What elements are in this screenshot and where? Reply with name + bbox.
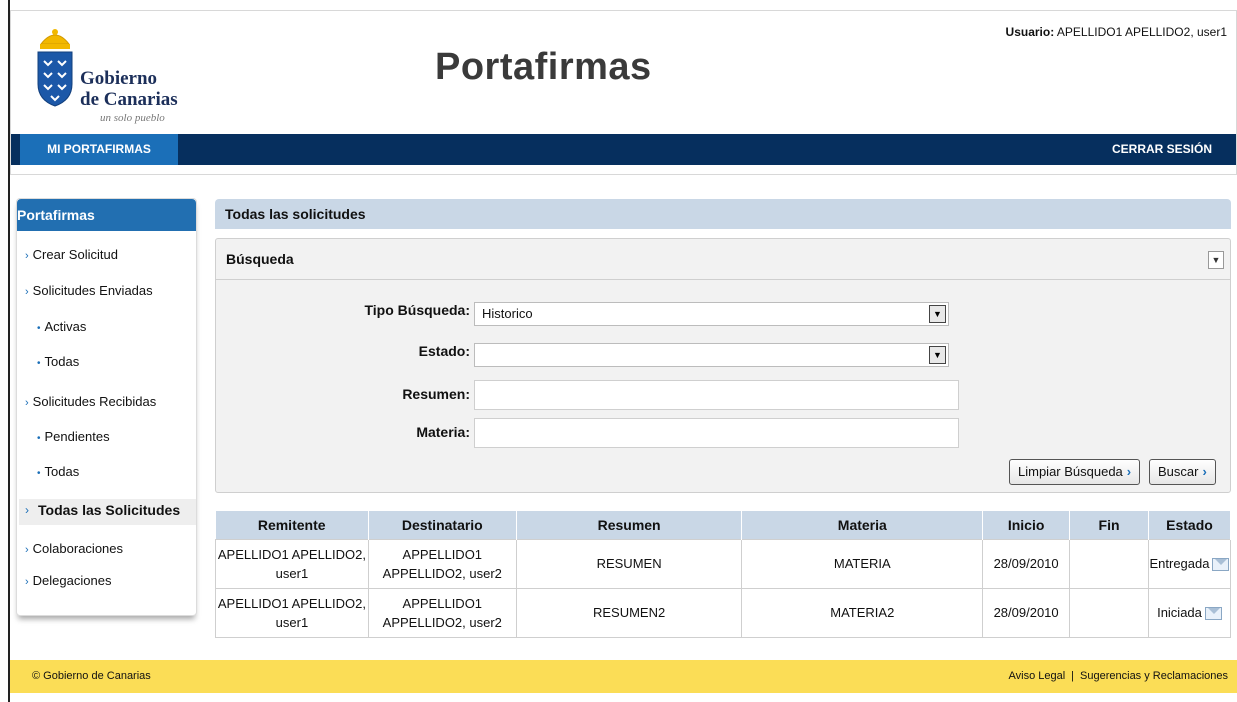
column-header-fin[interactable]: Fin bbox=[1069, 511, 1149, 539]
envelope-edit-icon[interactable] bbox=[1204, 607, 1222, 621]
materia-label: Materia: bbox=[416, 424, 470, 440]
chevron-right-icon: › bbox=[25, 286, 29, 298]
envelope-sent-icon[interactable] bbox=[1212, 558, 1230, 572]
search-panel: Búsqueda ▼ Tipo Búsqueda: Historico ▼ Es… bbox=[215, 238, 1231, 493]
cell-fin bbox=[1069, 538, 1149, 589]
buscar-button[interactable]: Buscar › bbox=[1149, 459, 1216, 485]
user-label: Usuario: bbox=[1005, 25, 1055, 39]
logout-link[interactable]: CERRAR SESIÓN bbox=[1112, 134, 1212, 165]
cell-fin bbox=[1069, 587, 1149, 638]
cell-resumen: RESUMEN bbox=[515, 538, 743, 589]
footer-copyright: © Gobierno de Canarias bbox=[32, 670, 151, 682]
bullet-icon: • bbox=[37, 468, 41, 479]
chevron-right-icon: › bbox=[1126, 464, 1132, 479]
app-title: Portafirmas bbox=[435, 46, 652, 88]
sidebar-item-crear-solicitud[interactable]: › Crear Solicitud bbox=[25, 247, 118, 262]
tipo-busqueda-value: Historico bbox=[482, 306, 533, 321]
logo-line-1: Gobierno bbox=[80, 68, 158, 89]
chevron-right-icon: › bbox=[1202, 464, 1207, 479]
cell-resumen: RESUMEN2 bbox=[515, 587, 743, 638]
column-header-estado[interactable]: Estado bbox=[1148, 511, 1232, 539]
sidebar-title: Portafirmas bbox=[17, 199, 196, 231]
sidebar-item-recibidas-pendientes[interactable]: • Pendientes bbox=[37, 429, 110, 444]
chevron-right-icon: › bbox=[25, 250, 29, 262]
sidebar-item-recibidas-todas[interactable]: • Todas bbox=[37, 464, 79, 479]
sugerencias-link[interactable]: Sugerencias y Reclamaciones bbox=[1080, 670, 1228, 682]
resumen-input[interactable] bbox=[474, 380, 959, 410]
sidebar-item-colaboraciones[interactable]: › Colaboraciones bbox=[25, 541, 123, 556]
column-header-remitente[interactable]: Remitente bbox=[215, 511, 369, 539]
user-info: Usuario: APELLIDO1 APELLIDO2, user1 bbox=[1006, 25, 1227, 39]
dropdown-arrow-icon[interactable]: ▼ bbox=[929, 346, 946, 364]
chevron-right-icon: › bbox=[25, 544, 29, 556]
cell-remitente: APELLIDO1 APELLIDO2, user1 bbox=[215, 538, 369, 589]
footer: © Gobierno de Canarias Aviso Legal | Suger… bbox=[10, 660, 1237, 693]
column-header-resumen[interactable]: Resumen bbox=[516, 511, 743, 539]
chevron-right-icon: › bbox=[25, 576, 29, 588]
collapse-panel-button[interactable]: ▼ bbox=[1208, 251, 1224, 269]
materia-input[interactable] bbox=[474, 418, 959, 448]
cell-materia: MATERIA2 bbox=[741, 587, 984, 638]
coat-of-arms-icon bbox=[37, 29, 73, 107]
cell-materia: MATERIA bbox=[741, 538, 984, 589]
resumen-label: Resumen: bbox=[402, 386, 470, 402]
tipo-busqueda-label: Tipo Búsqueda: bbox=[364, 302, 470, 318]
tipo-busqueda-select[interactable]: Historico ▼ bbox=[474, 302, 949, 326]
table-row[interactable]: APELLIDO1 APELLIDO2, user1 APPELLIDO1 APPE… bbox=[215, 587, 1232, 638]
sidebar-item-delegaciones[interactable]: › Delegaciones bbox=[25, 573, 111, 588]
cell-inicio: 28/09/2010 bbox=[982, 587, 1071, 638]
estado-select[interactable]: ▼ bbox=[474, 343, 949, 367]
cell-inicio: 28/09/2010 bbox=[982, 538, 1071, 589]
table-header-row: Remitente Destinatario Resumen Materia I… bbox=[215, 511, 1232, 539]
footer-links: Aviso Legal | Sugerencias y Reclamaciones bbox=[1009, 670, 1229, 682]
bullet-icon: • bbox=[37, 323, 41, 334]
chevron-right-icon: › bbox=[25, 397, 29, 409]
results-table: Remitente Destinatario Resumen Materia I… bbox=[215, 511, 1232, 638]
column-header-materia[interactable]: Materia bbox=[741, 511, 984, 539]
bullet-icon: • bbox=[37, 433, 41, 444]
bullet-icon: • bbox=[37, 358, 41, 369]
header: Gobierno de Canarias un solo pueblo Port… bbox=[10, 10, 1237, 175]
page-title: Todas las solicitudes bbox=[215, 199, 1231, 229]
user-value: APELLIDO1 APELLIDO2, user1 bbox=[1054, 25, 1227, 39]
footer-separator: | bbox=[1071, 670, 1075, 682]
dropdown-arrow-icon[interactable]: ▼ bbox=[929, 305, 946, 323]
tab-mi-portafirmas[interactable]: MI PORTAFIRMAS bbox=[20, 134, 178, 165]
top-navbar: MI PORTAFIRMAS CERRAR SESIÓN bbox=[11, 134, 1236, 165]
column-header-inicio[interactable]: Inicio bbox=[982, 511, 1071, 539]
cell-remitente: APELLIDO1 APELLIDO2, user1 bbox=[215, 587, 369, 638]
sidebar-item-todas-label: Todas las Solicitudes bbox=[38, 502, 181, 518]
sidebar: Portafirmas › Crear Solicitud › Solicitude… bbox=[16, 198, 197, 616]
limpiar-busqueda-button[interactable]: Limpiar Búsqueda › bbox=[1009, 459, 1141, 485]
search-panel-title: Búsqueda bbox=[216, 239, 1230, 280]
table-row[interactable]: APELLIDO1 APELLIDO2, user1 APPELLIDO1 APPE… bbox=[215, 538, 1232, 589]
column-header-destinatario[interactable]: Destinatario bbox=[368, 511, 517, 539]
sidebar-item-enviadas-todas[interactable]: • Todas bbox=[37, 354, 79, 369]
cell-estado: Iniciada bbox=[1147, 587, 1232, 638]
sidebar-item-enviadas-activas[interactable]: • Activas bbox=[37, 319, 86, 334]
aviso-legal-link[interactable]: Aviso Legal bbox=[1009, 670, 1066, 682]
cell-destinatario: APPELLIDO1 APPELLIDO2, user2 bbox=[367, 538, 517, 589]
chevron-right-icon: › bbox=[25, 503, 29, 517]
sidebar-item-solicitudes-recibidas[interactable]: › Solicitudes Recibidas bbox=[25, 394, 156, 409]
logo-tagline: un solo pueblo bbox=[100, 112, 165, 124]
cell-estado: Entregada bbox=[1147, 538, 1232, 589]
sidebar-item-solicitudes-enviadas[interactable]: › Solicitudes Enviadas bbox=[25, 283, 153, 298]
gobierno-canarias-logo[interactable]: Gobierno de Canarias un solo pueblo bbox=[35, 26, 195, 136]
logo-line-2: de Canarias bbox=[80, 89, 178, 110]
estado-label: Estado: bbox=[418, 343, 470, 359]
cell-destinatario: APPELLIDO1 APPELLIDO2, user2 bbox=[367, 587, 517, 638]
